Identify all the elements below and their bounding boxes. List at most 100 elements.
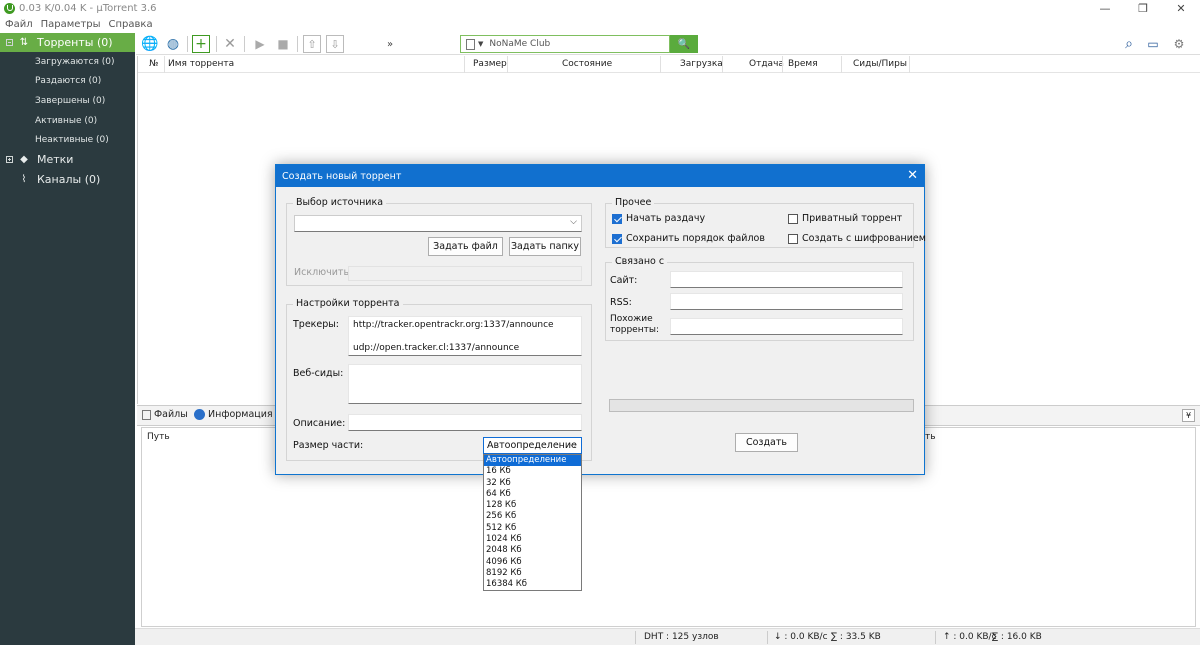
collapse-icon[interactable] (6, 39, 13, 46)
tag-icon: ◆ (20, 154, 28, 166)
window-controls: — ❐ ✕ (1086, 0, 1200, 17)
upload-speed[interactable]: ↑ : 0.0 KB/с (943, 632, 997, 642)
sidebar-item-downloading[interactable]: Загружаются (0) (0, 52, 135, 72)
dht-status[interactable]: DHT : 125 узлов (644, 632, 719, 642)
find-icon[interactable]: ⌕ (1120, 35, 1138, 53)
col-upload[interactable]: Отдача (749, 59, 784, 69)
search-box[interactable]: ▼ (460, 35, 670, 53)
sidebar-item-torrents[interactable]: ⇅ Торренты (0) (0, 33, 135, 52)
similar-torrents-input[interactable] (670, 318, 903, 335)
more-toolbar-icon[interactable]: » (381, 35, 399, 53)
private-torrent-checkbox[interactable]: Приватный торрент (788, 213, 902, 224)
menu-file[interactable]: Файл (5, 19, 33, 30)
col-download[interactable]: Загрузка (680, 59, 723, 69)
col-number[interactable]: № (149, 59, 158, 69)
menu-options[interactable]: Параметры (41, 19, 101, 30)
site-input[interactable] (670, 271, 903, 288)
piece-size-option[interactable]: 16384 Кб (484, 579, 581, 590)
rss-input[interactable] (670, 293, 903, 310)
minimize-button[interactable]: — (1086, 0, 1124, 17)
start-seeding-checkbox[interactable]: Начать раздачу (612, 213, 705, 224)
trackers-textarea[interactable]: http://tracker.opentrackr.org:1337/annou… (348, 316, 582, 356)
piece-size-option[interactable]: 8192 Кб (484, 568, 581, 579)
piece-size-option[interactable]: 64 Кб (484, 489, 581, 500)
piece-size-option[interactable]: Автоопределение (484, 455, 581, 467)
comment-input[interactable] (348, 414, 582, 431)
add-rss-icon[interactable]: ◍ (164, 35, 182, 53)
close-icon[interactable]: ✕ (907, 168, 918, 183)
column-divider[interactable] (464, 56, 465, 73)
checkbox-unchecked-icon (788, 233, 798, 244)
col-name[interactable]: Имя торрента (168, 59, 234, 69)
sidebar-item-label: Неактивные (0) (35, 135, 109, 146)
webseeds-textarea[interactable] (348, 364, 582, 404)
settings-icon[interactable]: ⚙ (1170, 35, 1188, 53)
add-file-button[interactable]: Задать файл (428, 237, 503, 256)
piece-size-option[interactable]: 2048 Кб (484, 545, 581, 556)
sidebar-item-seeding[interactable]: Раздаются (0) (0, 72, 135, 92)
encryption-checkbox[interactable]: Создать с шифрованием (788, 233, 926, 244)
add-torrent-url-icon[interactable]: 🌐 (141, 35, 159, 53)
move-up-icon[interactable]: ⇧ (303, 35, 321, 53)
maximize-button[interactable]: ❐ (1124, 0, 1162, 17)
chevron-down-icon[interactable]: ▼ (478, 40, 483, 48)
sidebar-item-feeds[interactable]: ⌇ Каналы (0) (0, 170, 135, 190)
col-truncated[interactable]: ть (925, 432, 936, 442)
col-time[interactable]: Время (788, 59, 818, 69)
sidebar-item-completed[interactable]: Завершены (0) (0, 91, 135, 111)
expand-icon[interactable] (6, 156, 13, 164)
sidebar-item-inactive[interactable]: Неактивные (0) (0, 130, 135, 150)
preserve-order-checkbox[interactable]: Сохранить порядок файлов (612, 233, 765, 244)
col-status[interactable]: Состояние (562, 59, 612, 69)
chevron-down-icon: ⌵ (570, 441, 577, 451)
title-bar: 0.03 K/0.04 K - µTorrent 3.6 — ❐ ✕ (0, 0, 1200, 17)
piece-size-option[interactable]: 32 Кб (484, 478, 581, 489)
sidebar-item-active[interactable]: Активные (0) (0, 111, 135, 131)
column-divider[interactable] (164, 56, 165, 73)
group-title: Прочее (612, 197, 655, 208)
piece-size-option[interactable]: 256 Кб (484, 511, 581, 522)
list-header: № Имя торрента Размер Состояние Загрузка… (138, 56, 1200, 73)
start-icon[interactable]: ▶ (251, 35, 269, 53)
piece-size-option[interactable]: 1024 Кб (484, 534, 581, 545)
column-divider[interactable] (782, 56, 783, 73)
stop-icon[interactable]: ■ (274, 35, 292, 53)
search-button[interactable]: 🔍 (670, 35, 698, 53)
piece-size-option[interactable]: 128 Кб (484, 500, 581, 511)
menu-help[interactable]: Справка (109, 19, 153, 30)
col-seeds-peers[interactable]: Сиды/Пиры (853, 59, 907, 69)
trackers-label: Трекеры: (293, 319, 339, 330)
download-speed[interactable]: ↓ : 0.0 KB/с (774, 632, 828, 642)
sidebar-item-labels[interactable]: ◆ Метки (0, 150, 135, 170)
checkbox-label: Сохранить порядок файлов (626, 233, 765, 244)
col-path[interactable]: Путь (147, 432, 170, 442)
chat-icon[interactable]: ▭ (1144, 35, 1162, 53)
column-divider[interactable] (722, 56, 723, 73)
piece-size-option[interactable]: 16 Кб (484, 466, 581, 477)
sidebar-item-label: Торренты (0) (37, 36, 113, 49)
create-button[interactable]: Создать (735, 433, 798, 452)
tab-files[interactable]: Файлы (142, 409, 188, 420)
close-window-button[interactable]: ✕ (1162, 0, 1200, 17)
site-label: Сайт: (610, 275, 638, 286)
remove-icon[interactable]: ✕ (221, 35, 239, 53)
menu-bar: Файл Параметры Справка (0, 17, 156, 32)
column-divider[interactable] (660, 56, 661, 73)
piece-size-dropdown[interactable]: Автоопределение ⌵ (483, 437, 582, 454)
rss-label: RSS: (610, 297, 632, 308)
tab-info[interactable]: Информация (194, 409, 273, 420)
piece-size-option[interactable]: 512 Кб (484, 523, 581, 534)
col-size[interactable]: Размер (473, 59, 507, 69)
column-divider[interactable] (909, 56, 910, 73)
piece-size-option[interactable]: 4096 Кб (484, 557, 581, 568)
checkbox-checked-icon (612, 233, 622, 244)
column-divider[interactable] (841, 56, 842, 73)
column-divider[interactable] (507, 56, 508, 73)
collapse-panel-button[interactable]: ¥ (1182, 409, 1195, 422)
checkbox-checked-icon (612, 213, 622, 224)
search-input[interactable] (489, 39, 640, 49)
add-folder-button[interactable]: Задать папку (509, 237, 581, 256)
source-dropdown[interactable]: ⌵ (294, 215, 582, 232)
create-torrent-icon[interactable]: + (192, 35, 210, 53)
move-down-icon[interactable]: ⇩ (326, 35, 344, 53)
